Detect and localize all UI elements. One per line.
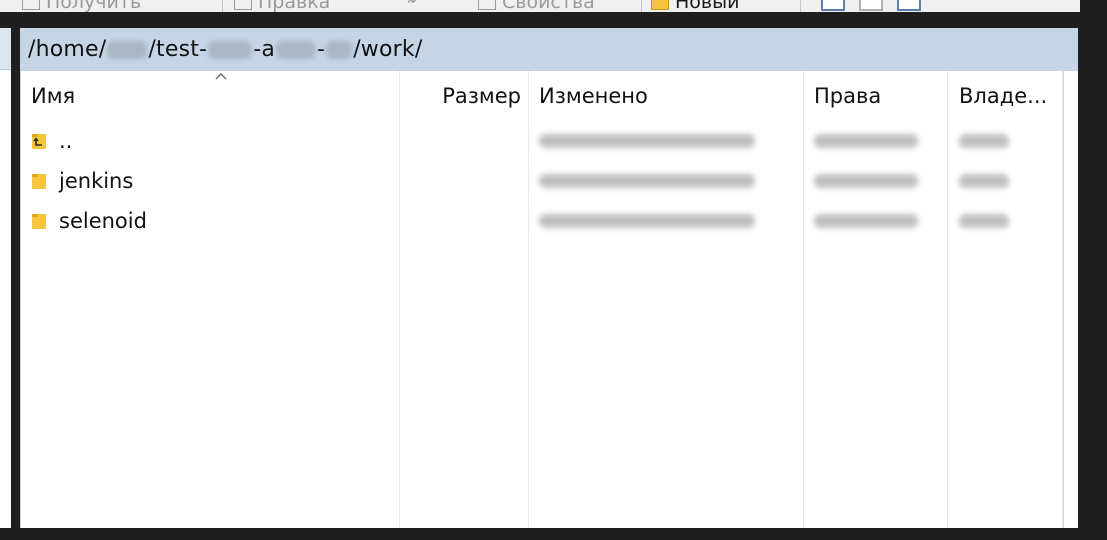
toolbar-separator <box>800 0 801 12</box>
path-bar[interactable]: /home/ /test- -a - /work/ <box>21 28 1078 71</box>
column-header-name-label: Имя <box>31 84 76 108</box>
column-header-rights-label: Права <box>814 84 882 108</box>
file-rights-cell <box>814 161 918 201</box>
file-rights-cell <box>814 121 918 161</box>
column-header-row: Имя Размер Изменено Права Владе... <box>21 71 1078 121</box>
path-segment: /test- <box>148 37 208 62</box>
redacted-text <box>959 134 1009 148</box>
swap-arrows-icon: ⇅ <box>405 0 417 7</box>
toolbar-get-label: Получить <box>46 0 142 12</box>
toolbar-get-button[interactable]: Получить <box>22 0 141 12</box>
sort-ascending-icon <box>215 73 227 80</box>
file-row-selenoid[interactable]: selenoid <box>21 201 1078 241</box>
toolbar-separator <box>222 0 223 12</box>
view-details-icon[interactable] <box>897 0 921 11</box>
column-header-owner-label: Владе... <box>959 84 1048 108</box>
file-name-cell: jenkins <box>31 161 133 201</box>
toolbar-new-label: Новый <box>675 0 740 12</box>
file-modified-cell <box>539 201 755 241</box>
file-name: .. <box>59 129 73 153</box>
redacted-text <box>814 214 918 228</box>
redacted-text <box>814 134 918 148</box>
column-header-modified[interactable]: Изменено <box>539 71 803 121</box>
file-name-cell: .. <box>31 121 72 161</box>
file-owner-cell <box>959 121 1009 161</box>
toolbar-separator <box>641 0 642 12</box>
toolbar-arrows-button[interactable]: ⇅ <box>405 0 417 7</box>
new-folder-icon <box>651 0 669 10</box>
path-segment: /home/ <box>28 37 107 62</box>
toolbar: Получить Правка ⇅ Свойства Новый <box>0 0 1080 12</box>
redacted-text <box>959 174 1009 188</box>
parent-directory-icon <box>32 134 46 149</box>
column-header-size-label: Размер <box>442 84 521 108</box>
local-pane <box>0 28 11 528</box>
redacted-text <box>539 174 755 188</box>
file-row-jenkins[interactable]: jenkins <box>21 161 1078 201</box>
redacted-text <box>276 40 317 59</box>
column-header-size[interactable]: Размер <box>399 71 527 121</box>
file-owner-cell <box>959 201 1009 241</box>
download-icon <box>22 0 40 10</box>
folder-icon <box>32 214 46 229</box>
scrollbar-gutter[interactable] <box>1063 71 1064 528</box>
redacted-text <box>539 134 755 148</box>
redacted-text <box>107 40 148 59</box>
column-header-rights[interactable]: Права <box>814 71 948 121</box>
redacted-text <box>539 214 755 228</box>
column-header-name[interactable]: Имя <box>31 71 399 121</box>
redacted-text <box>959 214 1009 228</box>
remote-file-pane: /home/ /test- -a - /work/ Имя Размер Изм… <box>20 28 1078 528</box>
view-large-icons-icon[interactable] <box>821 0 845 11</box>
file-row-parent[interactable]: .. <box>21 121 1078 161</box>
file-name: jenkins <box>59 169 134 193</box>
path-segment: - <box>317 37 326 62</box>
column-header-modified-label: Изменено <box>539 84 648 108</box>
folder-icon <box>32 174 46 189</box>
redacted-text <box>208 40 253 59</box>
redacted-text <box>326 40 353 59</box>
file-modified-cell <box>539 121 755 161</box>
view-list-icon[interactable] <box>859 0 883 11</box>
edit-icon <box>234 0 252 10</box>
toolbar-properties-button[interactable]: Свойства <box>478 0 595 12</box>
file-owner-cell <box>959 161 1009 201</box>
toolbar-edit-button[interactable]: Правка <box>234 0 330 12</box>
column-header-owner[interactable]: Владе... <box>959 71 1063 121</box>
toolbar-properties-label: Свойства <box>502 0 595 12</box>
file-modified-cell <box>539 161 755 201</box>
file-name: selenoid <box>59 209 147 233</box>
path-segment: /work/ <box>353 37 423 62</box>
path-segment: -a <box>253 37 276 62</box>
toolbar-edit-label: Правка <box>258 0 331 12</box>
file-name-cell: selenoid <box>31 201 147 241</box>
redacted-text <box>814 174 918 188</box>
file-rights-cell <box>814 201 918 241</box>
toolbar-new-button[interactable]: Новый <box>651 0 739 12</box>
properties-icon <box>478 0 496 10</box>
local-path-bar <box>0 28 11 70</box>
